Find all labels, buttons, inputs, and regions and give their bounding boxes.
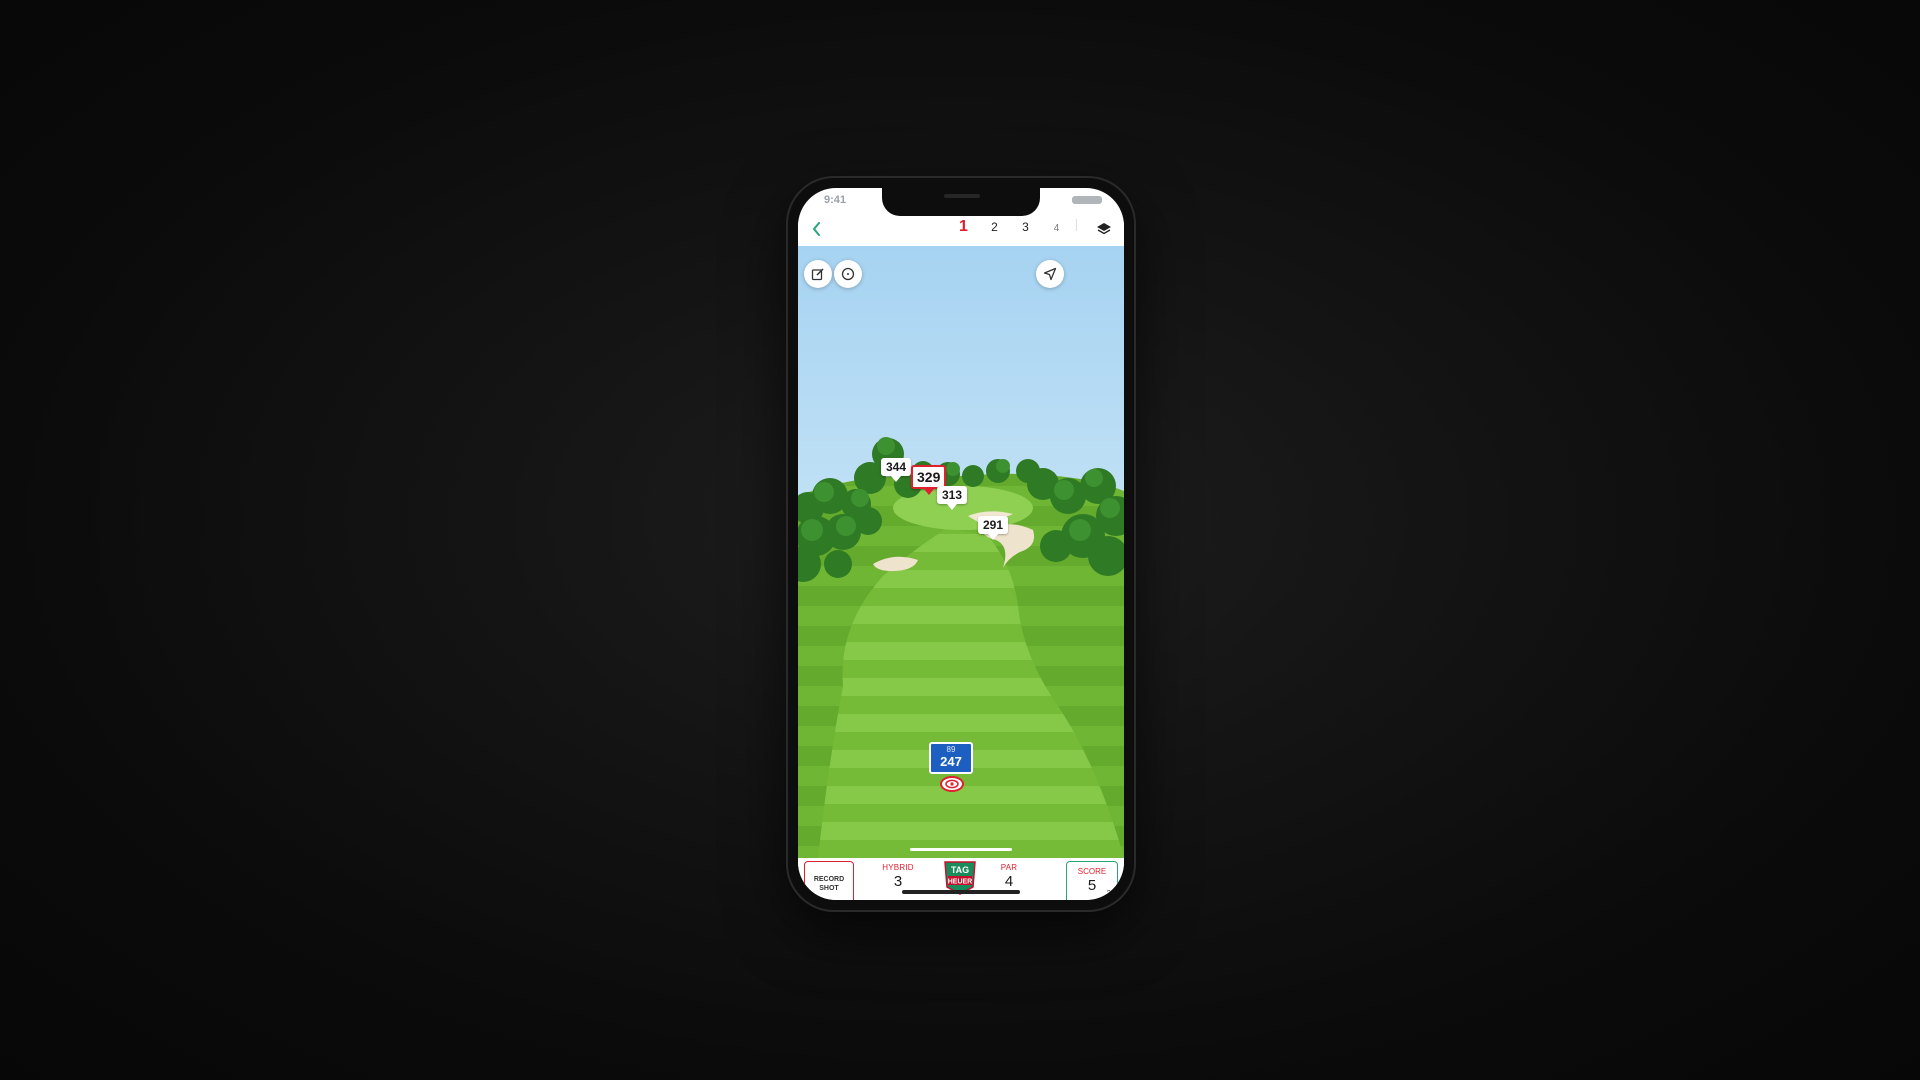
- sheet-handle[interactable]: [910, 848, 1012, 851]
- phone-frame: 9:41 1 2 3 4 344 329 313 291 89 247 RECO…: [788, 178, 1134, 910]
- layers-icon: [1097, 223, 1111, 235]
- score-value: 5: [1087, 877, 1097, 894]
- hole-list-divider: [1076, 219, 1083, 231]
- distance-marker-291[interactable]: 291: [978, 516, 1008, 540]
- par-display: PAR 4: [994, 863, 1024, 890]
- app-screen: 9:41 1 2 3 4 344 329 313 291 89 247 RECO…: [798, 188, 1124, 900]
- hole-tab-3[interactable]: 3: [1010, 220, 1041, 234]
- club-selector[interactable]: HYBRID 3: [876, 863, 920, 890]
- svg-text:TAG: TAG: [951, 865, 969, 875]
- target-button[interactable]: [834, 260, 862, 288]
- player-distance-small: 89: [946, 745, 956, 754]
- speaker: [944, 194, 980, 198]
- target-icon: [841, 267, 855, 281]
- status-time: 9:41: [824, 194, 847, 206]
- club-value: 3: [893, 873, 903, 890]
- club-label: HYBRID: [882, 863, 914, 872]
- distance-marker-344[interactable]: 344: [881, 458, 911, 482]
- score-button[interactable]: SCORE 5 2: [1066, 861, 1118, 900]
- player-distance-box[interactable]: 89 247: [929, 742, 973, 774]
- distance-marker-313[interactable]: 313: [937, 486, 967, 510]
- score-label: SCORE: [1077, 867, 1107, 876]
- svg-text:HEUER: HEUER: [948, 879, 973, 886]
- hole-flyover-map[interactable]: 344 329 313 291 89 247: [798, 246, 1124, 858]
- par-value: 4: [1004, 873, 1014, 890]
- layers-button[interactable]: [1092, 217, 1116, 241]
- home-indicator: [902, 890, 1020, 894]
- top-nav-bar: 1 2 3 4: [798, 212, 1124, 246]
- hole-tab-2[interactable]: 2: [979, 220, 1010, 234]
- edit-button[interactable]: [804, 260, 832, 288]
- par-label: PAR: [1000, 863, 1018, 872]
- status-icons: [1072, 196, 1102, 204]
- back-button[interactable]: [804, 217, 830, 241]
- hole-tab-1[interactable]: 1: [948, 218, 979, 236]
- location-arrow-icon: [1043, 267, 1057, 281]
- edit-icon: [811, 268, 824, 281]
- player-distance: 247: [940, 754, 962, 769]
- score-sub: 2: [1106, 889, 1111, 898]
- location-button[interactable]: [1036, 260, 1064, 288]
- ball-position-icon[interactable]: [940, 776, 964, 792]
- chevron-left-icon: [812, 222, 820, 236]
- hole-selector: 1 2 3 4: [948, 218, 1083, 236]
- record-shot-button[interactable]: RECORD SHOT: [804, 861, 854, 900]
- hole-tab-4[interactable]: 4: [1041, 223, 1072, 234]
- notch: [882, 188, 1040, 216]
